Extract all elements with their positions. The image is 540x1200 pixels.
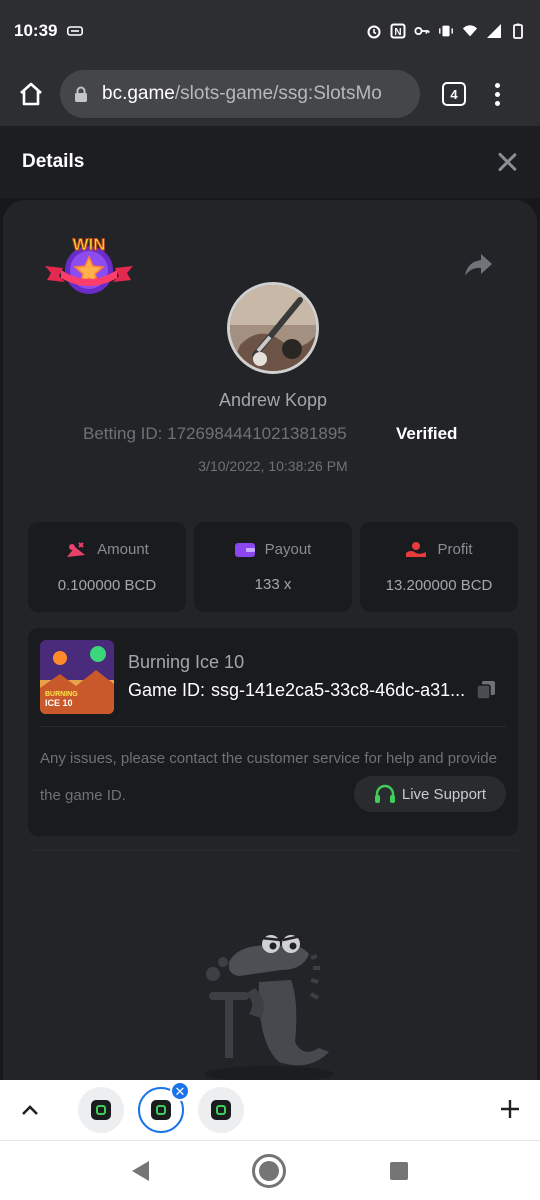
- game-thumbnail[interactable]: BURNING ICE 10: [40, 640, 114, 714]
- home-nav-button[interactable]: [252, 1153, 287, 1188]
- tab-item[interactable]: [78, 1087, 124, 1133]
- bc-game-favicon-icon: [211, 1100, 231, 1120]
- details-panel: WIN Andrew Kopp Betting ID: 172698444102…: [0, 198, 540, 1100]
- recents-button[interactable]: [390, 1161, 409, 1180]
- stat-profit-label: Profit: [437, 541, 473, 558]
- status-bar: 10:39 N: [0, 0, 540, 62]
- stat-profit: Profit 13.200000 BCD: [360, 522, 518, 612]
- browser-toolbar: bc.game/slots-game/ssg:SlotsMo 4: [0, 62, 540, 126]
- verified-badge[interactable]: Verified: [396, 424, 457, 444]
- bet-stats: Amount 0.100000 BCD Payout 133 x Profit …: [28, 522, 518, 612]
- game-id-value: ssg-141e2ca5-33c8-46dc-a31...: [211, 680, 466, 700]
- headset-icon: [374, 784, 395, 803]
- bc-game-favicon-icon: [91, 1100, 111, 1120]
- signal-icon: [487, 24, 501, 38]
- lock-icon: [75, 86, 87, 102]
- url-path: /slots-game/ssg:SlotsMo: [174, 83, 382, 104]
- game-info-card: BURNING ICE 10 Burning Ice 10 Game ID: s…: [28, 628, 518, 836]
- home-button[interactable]: [12, 75, 50, 113]
- avatar-photo: [230, 285, 316, 371]
- stat-amount-label: Amount: [97, 541, 149, 558]
- share-icon[interactable]: [463, 252, 493, 278]
- tab-switcher-button[interactable]: 4: [442, 82, 466, 106]
- betting-id-label: Betting ID:: [83, 424, 163, 443]
- stat-profit-value: 13.200000 BCD: [385, 576, 493, 594]
- bet-timestamp: 3/10/2022, 10:38:26 PM: [198, 458, 348, 474]
- alarm-icon: [367, 25, 381, 39]
- win-badge-text: WIN: [72, 235, 105, 254]
- svg-text:ICE 10: ICE 10: [45, 698, 73, 708]
- close-tab-icon[interactable]: ✕: [170, 1081, 190, 1101]
- betting-id-value: 1726984441021381895: [167, 424, 347, 443]
- system-nav-bar: [0, 1140, 540, 1200]
- tab-item-active[interactable]: ✕: [138, 1081, 190, 1133]
- live-support-label: Live Support: [401, 785, 487, 803]
- profit-icon: [406, 541, 427, 557]
- game-thumbnail-image: BURNING ICE 10: [40, 640, 114, 714]
- avatar: [227, 282, 319, 374]
- win-badge-icon: WIN: [45, 235, 133, 294]
- chevron-up-icon: [22, 1105, 38, 1115]
- new-tab-button[interactable]: [500, 1093, 520, 1127]
- address-bar[interactable]: bc.game/slots-game/ssg:SlotsMo: [60, 70, 420, 118]
- close-icon[interactable]: [496, 151, 518, 173]
- expand-tabs-button[interactable]: [20, 1100, 40, 1120]
- status-time: 10:39: [14, 21, 58, 40]
- url-domain: bc.game: [102, 83, 175, 104]
- stat-amount: Amount 0.100000 BCD: [28, 522, 186, 612]
- divider: [28, 850, 518, 851]
- game-id-label: Game ID:: [128, 680, 206, 700]
- wallet-icon: [234, 542, 255, 557]
- bet-details-card: WIN Andrew Kopp Betting ID: 172698444102…: [3, 200, 537, 1100]
- username: Andrew Kopp: [218, 390, 328, 410]
- nfc-icon: N: [390, 23, 406, 39]
- wifi-icon: [462, 25, 478, 37]
- live-support-button[interactable]: Live Support: [354, 776, 506, 812]
- amount-icon: [67, 541, 86, 557]
- overflow-menu-button[interactable]: [492, 82, 502, 106]
- stat-payout: Payout 133 x: [194, 522, 352, 612]
- bc-game-favicon-icon: [151, 1100, 171, 1120]
- stat-payout-label: Payout: [264, 541, 312, 558]
- home-icon: [20, 82, 42, 106]
- crocodile-mascot-icon: [204, 934, 334, 1082]
- vpn-key-icon: [414, 27, 430, 35]
- plus-icon: [501, 1100, 519, 1118]
- betting-id-row: Betting ID: 1726984441021381895: [83, 424, 347, 444]
- divider: [40, 726, 506, 727]
- tab-item[interactable]: [198, 1087, 244, 1133]
- svg-text:BURNING: BURNING: [45, 691, 78, 698]
- copy-icon[interactable]: [476, 680, 496, 700]
- details-title: Details: [22, 151, 85, 172]
- battery-icon: [513, 23, 523, 39]
- stat-payout-value: 133 x: [254, 576, 292, 593]
- back-button[interactable]: [131, 1160, 149, 1181]
- cast-icon: [67, 26, 84, 36]
- svg-text:N: N: [394, 27, 401, 38]
- details-header: Details: [0, 126, 540, 198]
- game-name: Burning Ice 10: [128, 652, 245, 672]
- tab-strip: ✕: [0, 1080, 540, 1140]
- stat-amount-value: 0.100000 BCD: [57, 576, 157, 594]
- vibrate-icon: [439, 25, 453, 37]
